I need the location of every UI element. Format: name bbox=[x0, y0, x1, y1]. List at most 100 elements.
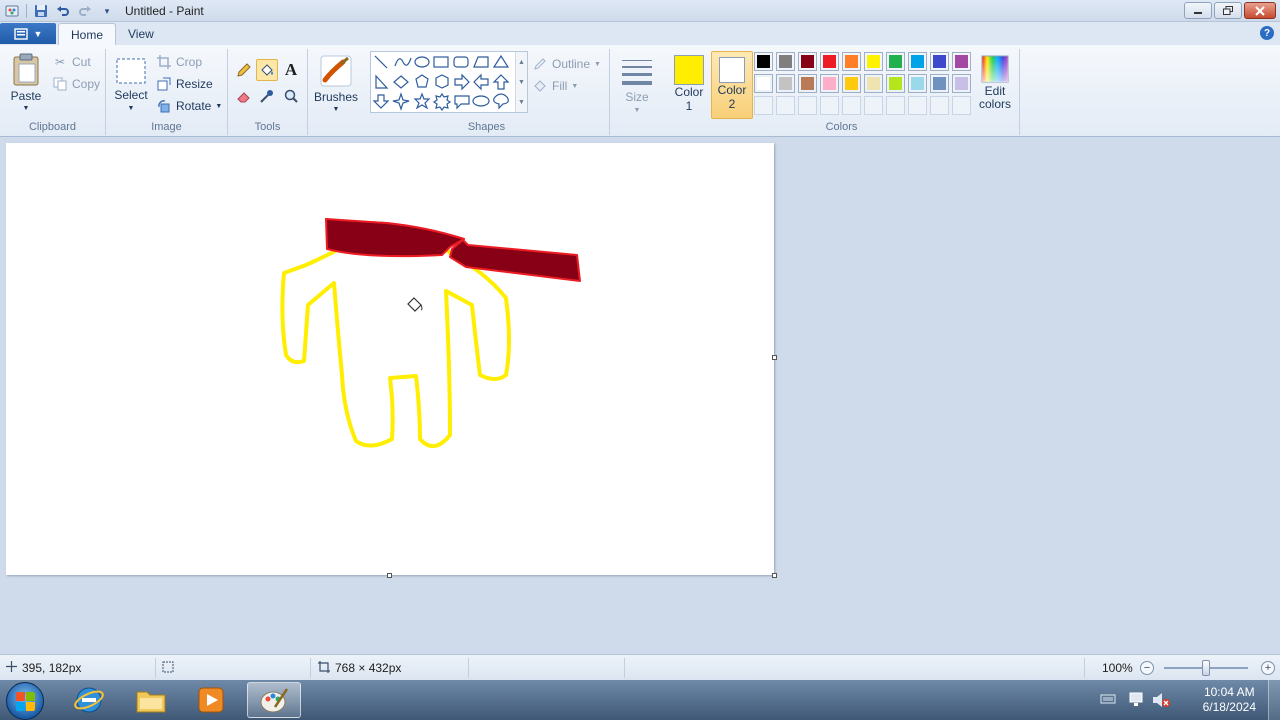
network-icon[interactable] bbox=[1128, 692, 1146, 711]
scissors-icon: ✂ bbox=[54, 55, 66, 69]
color-swatch[interactable] bbox=[886, 74, 905, 93]
eraser-icon[interactable] bbox=[233, 85, 255, 107]
canvas-work-area[interactable] bbox=[0, 137, 1280, 654]
color2-button[interactable]: Color 2 bbox=[711, 51, 753, 119]
tab-home[interactable]: Home bbox=[58, 23, 117, 45]
windows-logo-icon bbox=[26, 702, 35, 711]
clock-date: 6/18/2024 bbox=[1202, 700, 1256, 714]
keyboard-icon[interactable] bbox=[1100, 693, 1116, 708]
paste-button[interactable]: Paste ▼ bbox=[6, 49, 46, 115]
color-swatch[interactable] bbox=[754, 74, 773, 93]
windows-logo-icon bbox=[16, 692, 25, 701]
restore-icon[interactable] bbox=[1214, 2, 1242, 19]
color-swatch[interactable] bbox=[864, 74, 883, 93]
shapes-scrollbar[interactable]: ▲ ▼ ▼ bbox=[515, 52, 527, 112]
expand-gallery-icon[interactable]: ▼ bbox=[518, 99, 525, 106]
color-swatch[interactable] bbox=[930, 74, 949, 93]
color1-button[interactable]: Color 1 bbox=[670, 51, 708, 117]
canvas-resize-handle-corner[interactable] bbox=[772, 573, 777, 578]
color-swatch[interactable] bbox=[820, 52, 839, 71]
color-swatch[interactable] bbox=[798, 74, 817, 93]
paint-icon[interactable] bbox=[247, 682, 301, 718]
start-button[interactable] bbox=[6, 682, 44, 720]
color-swatch[interactable] bbox=[754, 96, 773, 115]
color-swatch[interactable] bbox=[842, 96, 861, 115]
color-swatch[interactable] bbox=[820, 74, 839, 93]
rotate-button[interactable]: Rotate ▼ bbox=[156, 97, 222, 115]
color-swatch[interactable] bbox=[842, 52, 861, 71]
color-swatch[interactable] bbox=[820, 96, 839, 115]
internet-explorer-icon[interactable] bbox=[62, 682, 116, 718]
close-icon[interactable] bbox=[1244, 2, 1276, 19]
help-icon[interactable]: ? bbox=[1260, 26, 1274, 40]
color-swatch[interactable] bbox=[886, 52, 905, 71]
line-width-icon bbox=[622, 59, 652, 85]
canvas-resize-handle-bottom[interactable] bbox=[387, 573, 392, 578]
zoom-slider-thumb[interactable] bbox=[1202, 660, 1210, 676]
zoom-out-icon[interactable]: − bbox=[1140, 661, 1154, 675]
brushes-button[interactable]: Brushes ▼ bbox=[312, 51, 360, 115]
copy-icon bbox=[52, 76, 68, 92]
crop-button[interactable]: Crop bbox=[156, 53, 202, 71]
cut-button[interactable]: ✂ Cut bbox=[52, 53, 91, 71]
minimize-icon[interactable] bbox=[1184, 2, 1212, 19]
clock[interactable]: 10:04 AM 6/18/2024 bbox=[1203, 685, 1256, 715]
scroll-down-icon[interactable]: ▼ bbox=[518, 79, 525, 86]
color-swatch[interactable] bbox=[952, 74, 971, 93]
color-swatch[interactable] bbox=[798, 96, 817, 115]
paint-app-icon[interactable] bbox=[2, 2, 22, 20]
color-swatch[interactable] bbox=[776, 74, 795, 93]
save-icon[interactable] bbox=[31, 2, 51, 20]
color-swatch[interactable] bbox=[930, 52, 949, 71]
color-swatch[interactable] bbox=[908, 52, 927, 71]
fill-bucket-icon[interactable] bbox=[256, 59, 278, 81]
color-swatch[interactable] bbox=[908, 74, 927, 93]
volume-muted-icon[interactable] bbox=[1152, 692, 1170, 711]
color-swatch[interactable] bbox=[952, 96, 971, 115]
color-swatch[interactable] bbox=[952, 52, 971, 71]
size-button[interactable]: Size ▼ bbox=[616, 53, 658, 117]
canvas-resize-handle-right[interactable] bbox=[772, 355, 777, 360]
file-explorer-icon[interactable] bbox=[124, 682, 178, 718]
select-label: Select bbox=[114, 87, 148, 102]
customize-dropdown-icon[interactable]: ▾ bbox=[97, 2, 117, 20]
select-button[interactable]: Select ▼ bbox=[112, 53, 150, 115]
color-swatch[interactable] bbox=[864, 52, 883, 71]
select-rectangle-icon bbox=[116, 58, 146, 83]
color-swatch[interactable] bbox=[776, 96, 795, 115]
redo-icon[interactable] bbox=[75, 2, 95, 20]
text-icon[interactable]: A bbox=[280, 59, 302, 81]
paint-menu-button[interactable]: ▼ bbox=[0, 23, 56, 44]
color-swatch[interactable] bbox=[886, 96, 905, 115]
color-swatch[interactable] bbox=[842, 74, 861, 93]
edit-colors-button[interactable]: Edit colors bbox=[974, 51, 1016, 117]
show-desktop-button[interactable] bbox=[1268, 680, 1280, 720]
color-swatch[interactable] bbox=[864, 96, 883, 115]
brushes-label: Brushes bbox=[313, 89, 359, 104]
fill-button[interactable]: Fill ▼ bbox=[532, 77, 578, 95]
color-swatch[interactable] bbox=[908, 96, 927, 115]
zoom-in-icon[interactable]: + bbox=[1261, 661, 1275, 675]
tab-view[interactable]: View bbox=[116, 23, 166, 45]
clipboard-group: Paste ▼ ✂ Cut Copy Clipboard bbox=[0, 49, 106, 135]
undo-icon[interactable] bbox=[53, 2, 73, 20]
image-size: 768 × 432px bbox=[318, 655, 401, 681]
color-swatch[interactable] bbox=[754, 52, 773, 71]
rainbow-palette-icon bbox=[981, 55, 1009, 83]
color-swatch[interactable] bbox=[798, 52, 817, 71]
chevron-down-icon: ▼ bbox=[127, 104, 135, 112]
media-player-icon[interactable] bbox=[184, 682, 238, 718]
drawing-canvas[interactable] bbox=[6, 143, 777, 578]
color-swatch[interactable] bbox=[776, 52, 795, 71]
copy-button[interactable]: Copy bbox=[52, 75, 100, 93]
resize-button[interactable]: Resize bbox=[156, 75, 213, 93]
tools-group: A Tools bbox=[228, 49, 308, 135]
outline-button[interactable]: Outline ▼ bbox=[532, 55, 601, 73]
pencil-icon[interactable] bbox=[233, 59, 255, 81]
magnifier-icon[interactable] bbox=[280, 85, 302, 107]
color-swatch-fill bbox=[845, 55, 858, 68]
scroll-up-icon[interactable]: ▲ bbox=[518, 59, 525, 66]
color-swatch[interactable] bbox=[930, 96, 949, 115]
selection-size bbox=[162, 655, 179, 681]
color-picker-icon[interactable] bbox=[256, 85, 278, 107]
